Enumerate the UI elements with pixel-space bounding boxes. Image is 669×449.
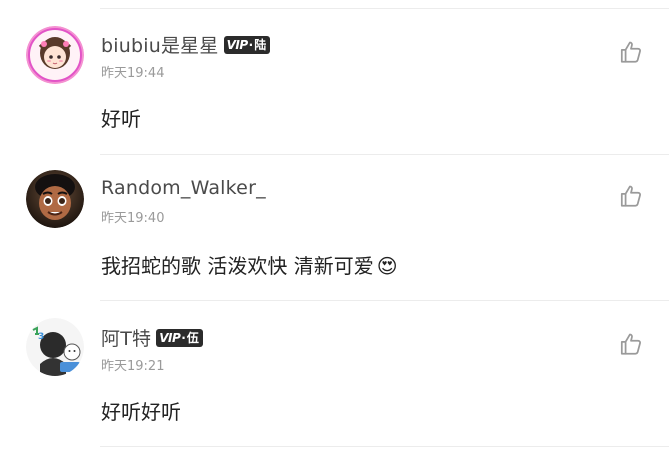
comment-text: 好听 <box>101 107 141 131</box>
name-row: Random_Walker_ <box>101 177 266 199</box>
name-row: biubiu是星星 VIP · 陆 <box>101 31 271 58</box>
comment-time: 昨天19:44 <box>101 66 165 81</box>
thumbs-up-icon <box>620 333 641 355</box>
comment-time: 昨天19:21 <box>101 359 165 374</box>
vip-level: 陆 <box>254 38 267 52</box>
boy-character-avatar-icon <box>26 170 84 228</box>
comment-text: 我招蛇的歌 活泼欢快 清新可爱 <box>101 254 374 278</box>
comment-text: 好听好听 <box>101 400 181 424</box>
divider-top <box>100 8 669 9</box>
avatar[interactable]: 3 <box>26 318 84 376</box>
avatar[interactable] <box>26 26 84 84</box>
vip-label: VIP <box>226 37 249 52</box>
vip-label: VIP <box>159 330 181 345</box>
thumbs-up-icon <box>620 41 641 63</box>
divider <box>100 300 669 301</box>
comment-time: 昨天19:40 <box>101 211 165 226</box>
like-button[interactable] <box>616 329 646 359</box>
vip-badge[interactable]: VIP · 陆 <box>223 35 271 54</box>
username[interactable]: Random_Walker_ <box>101 177 266 199</box>
badge-separator: · <box>248 37 254 52</box>
username[interactable]: 阿T特 <box>101 324 151 351</box>
thumbs-up-icon <box>620 185 641 207</box>
vip-level: 伍 <box>186 331 199 345</box>
divider <box>100 446 669 447</box>
username[interactable]: biubiu是星星 <box>101 31 219 58</box>
cartoon-avatar-icon: 3 <box>26 318 84 376</box>
avatar[interactable] <box>26 170 84 228</box>
divider <box>100 154 669 155</box>
badge-separator: · <box>181 330 186 345</box>
svg-text:3: 3 <box>38 332 44 342</box>
like-button[interactable] <box>616 181 646 211</box>
name-row: 阿T特 VIP · 伍 <box>101 324 203 351</box>
like-button[interactable] <box>616 37 646 67</box>
vip-badge[interactable]: VIP · 伍 <box>156 328 203 347</box>
comment-content: 我招蛇的歌 活泼欢快 清新可爱 😍 <box>101 250 398 279</box>
girl-avatar-icon <box>26 26 84 84</box>
heart-eyes-emoji-icon: 😍 <box>376 254 398 278</box>
